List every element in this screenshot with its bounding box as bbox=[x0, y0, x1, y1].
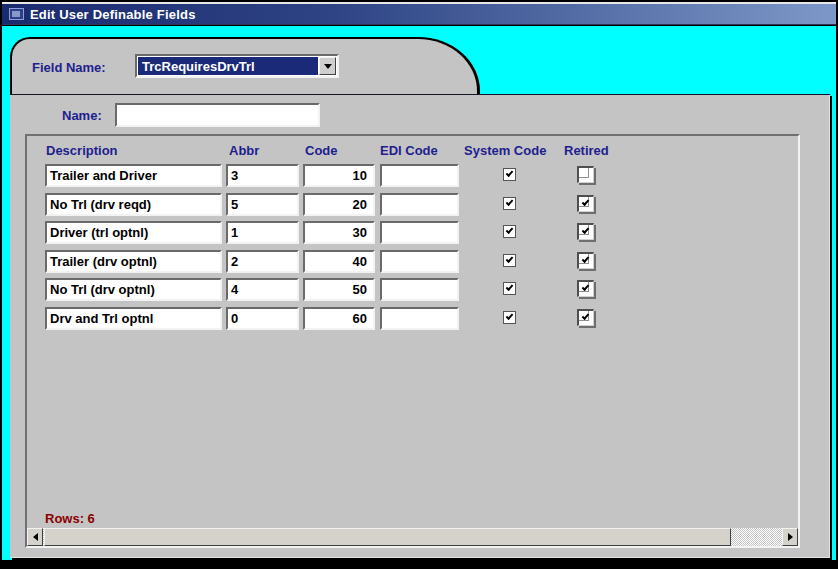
titlebar[interactable]: Edit User Definable Fields bbox=[2, 4, 836, 25]
abbr-cell[interactable]: 4 bbox=[226, 278, 299, 301]
edi-code-cell[interactable] bbox=[380, 193, 459, 216]
check-icon bbox=[506, 255, 514, 263]
column-header-retired: Retired bbox=[564, 143, 609, 158]
arrow-left-icon bbox=[33, 533, 38, 541]
system-code-checkbox[interactable] bbox=[503, 225, 516, 238]
description-cell[interactable]: Trailer and Driver bbox=[45, 164, 222, 187]
scroll-right-button[interactable] bbox=[782, 528, 798, 546]
check-icon bbox=[506, 169, 514, 177]
check-icon bbox=[582, 312, 590, 320]
system-code-checkbox[interactable] bbox=[503, 197, 516, 210]
column-header-code: Code bbox=[305, 143, 338, 158]
column-header-description: Description bbox=[46, 143, 118, 158]
main-panel: Name: Description Abbr Code EDI Code Sys… bbox=[10, 94, 830, 558]
edi-code-cell[interactable] bbox=[380, 307, 459, 330]
app-icon bbox=[9, 8, 24, 20]
check-icon bbox=[506, 226, 514, 234]
code-cell[interactable]: 10 bbox=[303, 164, 375, 187]
scrollbar-track[interactable] bbox=[731, 528, 782, 546]
code-cell[interactable]: 20 bbox=[303, 193, 375, 216]
field-name-selected-value[interactable]: TrcRequiresDrvTrl bbox=[138, 57, 318, 75]
check-icon bbox=[582, 255, 590, 263]
abbr-cell[interactable]: 0 bbox=[226, 307, 299, 330]
field-name-combobox[interactable]: TrcRequiresDrvTrl bbox=[135, 54, 339, 78]
name-input[interactable] bbox=[115, 103, 320, 127]
edi-code-cell[interactable] bbox=[380, 278, 459, 301]
code-cell[interactable]: 30 bbox=[303, 221, 375, 244]
description-cell[interactable]: Driver (trl optnl) bbox=[45, 221, 222, 244]
check-icon bbox=[506, 312, 514, 320]
check-icon bbox=[582, 198, 590, 206]
row-count-label: Rows: 6 bbox=[45, 511, 95, 526]
edi-code-cell[interactable] bbox=[380, 250, 459, 273]
check-icon bbox=[582, 283, 590, 291]
system-code-checkbox[interactable] bbox=[503, 254, 516, 267]
field-name-tab: Field Name: TrcRequiresDrvTrl bbox=[10, 37, 480, 95]
check-icon bbox=[506, 198, 514, 206]
check-icon bbox=[506, 283, 514, 291]
abbr-cell[interactable]: 2 bbox=[226, 250, 299, 273]
description-cell[interactable]: No Trl (drv optnl) bbox=[45, 278, 222, 301]
column-header-edi-code: EDI Code bbox=[380, 143, 438, 158]
retired-checkbox[interactable] bbox=[577, 195, 594, 212]
system-code-checkbox[interactable] bbox=[503, 282, 516, 295]
retired-checkbox[interactable] bbox=[577, 223, 594, 240]
scroll-left-button[interactable] bbox=[27, 528, 43, 546]
window-title: Edit User Definable Fields bbox=[30, 7, 196, 22]
name-label: Name: bbox=[62, 108, 102, 123]
code-cell[interactable]: 60 bbox=[303, 307, 375, 330]
retired-checkbox[interactable] bbox=[577, 166, 594, 183]
retired-checkbox[interactable] bbox=[577, 309, 594, 326]
description-cell[interactable]: Drv and Trl optnl bbox=[45, 307, 222, 330]
arrow-right-icon bbox=[788, 533, 793, 541]
abbr-cell[interactable]: 1 bbox=[226, 221, 299, 244]
system-code-checkbox[interactable] bbox=[503, 168, 516, 181]
edi-code-cell[interactable] bbox=[380, 221, 459, 244]
description-cell[interactable]: No Trl (drv reqd) bbox=[45, 193, 222, 216]
field-name-dropdown-button[interactable] bbox=[319, 57, 336, 75]
scrollbar-thumb[interactable] bbox=[44, 528, 731, 546]
system-code-checkbox[interactable] bbox=[503, 311, 516, 324]
chevron-down-icon bbox=[324, 64, 332, 69]
horizontal-scrollbar[interactable] bbox=[27, 528, 798, 546]
edi-code-cell[interactable] bbox=[380, 164, 459, 187]
retired-checkbox[interactable] bbox=[577, 252, 594, 269]
grid-container: Description Abbr Code EDI Code System Co… bbox=[25, 134, 800, 548]
abbr-cell[interactable]: 5 bbox=[226, 193, 299, 216]
field-name-label: Field Name: bbox=[32, 60, 106, 75]
check-icon bbox=[582, 226, 590, 234]
column-header-system-code: System Code bbox=[464, 143, 546, 158]
description-cell[interactable]: Trailer (drv optnl) bbox=[45, 250, 222, 273]
code-cell[interactable]: 40 bbox=[303, 250, 375, 273]
retired-checkbox[interactable] bbox=[577, 280, 594, 297]
column-header-abbr: Abbr bbox=[229, 143, 259, 158]
abbr-cell[interactable]: 3 bbox=[226, 164, 299, 187]
code-cell[interactable]: 50 bbox=[303, 278, 375, 301]
